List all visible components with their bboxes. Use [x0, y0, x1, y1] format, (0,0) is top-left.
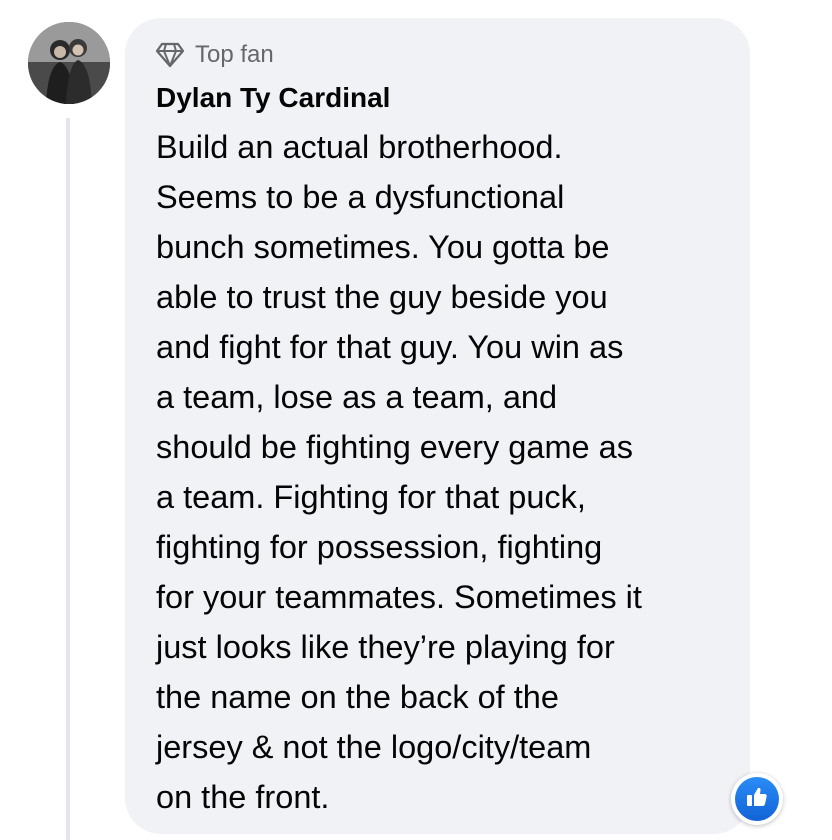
thread-line	[66, 118, 70, 840]
comment-text: Build an actual brotherhood. Seems to be…	[156, 129, 642, 815]
like-icon	[745, 785, 769, 814]
diamond-icon	[155, 42, 185, 68]
avatar[interactable]	[28, 22, 110, 104]
top-fan-badge[interactable]: Top fan	[155, 38, 274, 72]
badge-label: Top fan	[195, 41, 274, 68]
like-reaction-badge[interactable]	[731, 773, 783, 825]
comment-author[interactable]: Dylan Ty Cardinal	[156, 82, 390, 114]
